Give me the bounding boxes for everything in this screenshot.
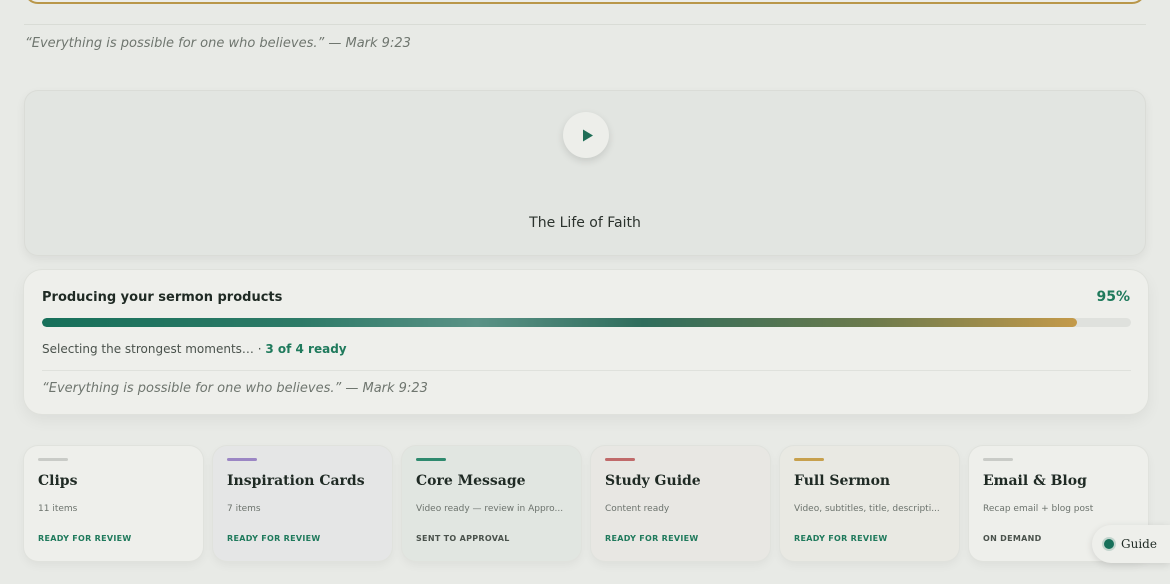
status-dot-icon <box>1104 539 1114 549</box>
guide-button[interactable]: Guide <box>1092 525 1170 563</box>
card-status: READY FOR REVIEW <box>227 534 321 543</box>
scripture-quote: “Everything is possible for one who beli… <box>42 381 428 396</box>
card-subtitle: 7 items <box>227 504 261 514</box>
product-card-full-sermon[interactable]: Full Sermon Video, subtitles, title, des… <box>780 446 959 561</box>
divider <box>24 24 1146 25</box>
card-status: READY FOR REVIEW <box>794 534 888 543</box>
progress-ready-count: 3 of 4 ready <box>265 342 347 356</box>
card-accent <box>416 458 446 461</box>
card-status: SENT TO APPROVAL <box>416 534 510 543</box>
card-title: Inspiration Cards <box>227 473 365 489</box>
divider <box>42 370 1131 371</box>
card-accent <box>983 458 1013 461</box>
card-title: Core Message <box>416 473 526 489</box>
progress-status-text: Selecting the strongest moments… · <box>42 342 266 356</box>
card-accent <box>227 458 257 461</box>
card-title: Email & Blog <box>983 473 1087 489</box>
card-accent <box>605 458 635 461</box>
card-title: Study Guide <box>605 473 701 489</box>
page: “Everything is possible for one who beli… <box>0 0 1170 584</box>
progress-bar <box>42 318 1131 327</box>
progress-percent: 95% <box>1096 289 1130 305</box>
video-title: The Life of Faith <box>529 215 641 231</box>
top-card-edge <box>24 0 1146 4</box>
card-status: ON DEMAND <box>983 534 1042 543</box>
card-subtitle: Content ready <box>605 504 670 514</box>
progress-bar-fill <box>42 318 1077 327</box>
card-accent <box>38 458 68 461</box>
card-subtitle: Video ready — review in Appro... <box>416 504 564 514</box>
play-icon <box>582 129 593 141</box>
card-status: READY FOR REVIEW <box>605 534 699 543</box>
product-card-study-guide[interactable]: Study Guide Content ready READY FOR REVI… <box>591 446 770 561</box>
guide-label: Guide <box>1121 537 1157 551</box>
product-card-inspiration-cards[interactable]: Inspiration Cards 7 items READY FOR REVI… <box>213 446 392 561</box>
product-card-core-message[interactable]: Core Message Video ready — review in App… <box>402 446 581 561</box>
progress-card: Producing your sermon products 95% Selec… <box>24 270 1148 414</box>
card-subtitle: Video, subtitles, title, descripti... <box>794 504 940 514</box>
card-accent <box>794 458 824 461</box>
scripture-quote: “Everything is possible for one who beli… <box>25 36 411 51</box>
play-button[interactable] <box>563 112 609 158</box>
card-status: READY FOR REVIEW <box>38 534 132 543</box>
card-subtitle: 11 items <box>38 504 78 514</box>
card-title: Full Sermon <box>794 473 891 489</box>
product-card-clips[interactable]: Clips 11 items READY FOR REVIEW <box>24 446 203 561</box>
card-subtitle: Recap email + blog post <box>983 504 1094 514</box>
card-title: Clips <box>38 473 78 489</box>
progress-title: Producing your sermon products <box>42 290 283 305</box>
video-player[interactable]: The Life of Faith <box>24 90 1146 256</box>
progress-status: Selecting the strongest moments… · 3 of … <box>42 342 347 356</box>
product-cards: Clips 11 items READY FOR REVIEW Inspirat… <box>24 446 1149 562</box>
